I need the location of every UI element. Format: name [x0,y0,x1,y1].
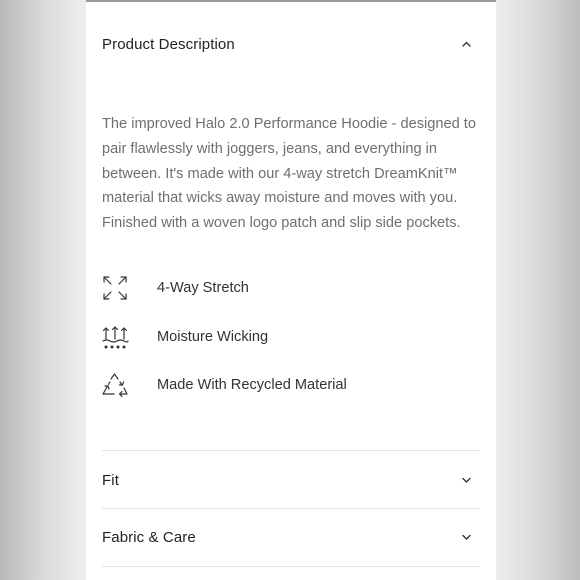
page-background: Product Description The improved Halo 2.… [0,0,580,580]
divider [102,508,480,509]
feature-item-recycled-material: Made With Recycled Material [100,369,480,401]
four-way-stretch-icon [100,273,130,303]
divider [102,450,480,451]
divider [102,566,480,567]
product-details-card: Product Description The improved Halo 2.… [86,2,496,580]
feature-list: 4-Way Stretch Moisture Wicking Made With… [100,272,480,418]
feature-item-moisture-wicking: Moisture Wicking [100,321,480,353]
product-description-title: Product Description [102,35,235,53]
product-description-text: The improved Halo 2.0 Performance Hoodie… [102,116,476,232]
feature-item-4-way-stretch: 4-Way Stretch [100,272,480,304]
feature-label: Made With Recycled Material [157,377,347,393]
product-description-header[interactable]: Product Description [102,32,480,56]
moisture-wicking-icon [100,322,130,352]
fabric-care-title: Fabric & Care [102,528,196,546]
fit-title: Fit [102,471,119,489]
recycle-icon [100,370,130,400]
fabric-care-header[interactable]: Fabric & Care [102,525,480,549]
fit-header[interactable]: Fit [102,468,480,492]
feature-label: 4-Way Stretch [157,280,249,296]
feature-label: Moisture Wicking [157,328,269,345]
chevron-down-icon[interactable] [460,531,472,543]
chevron-up-icon[interactable] [460,38,472,50]
chevron-down-icon[interactable] [460,474,472,486]
